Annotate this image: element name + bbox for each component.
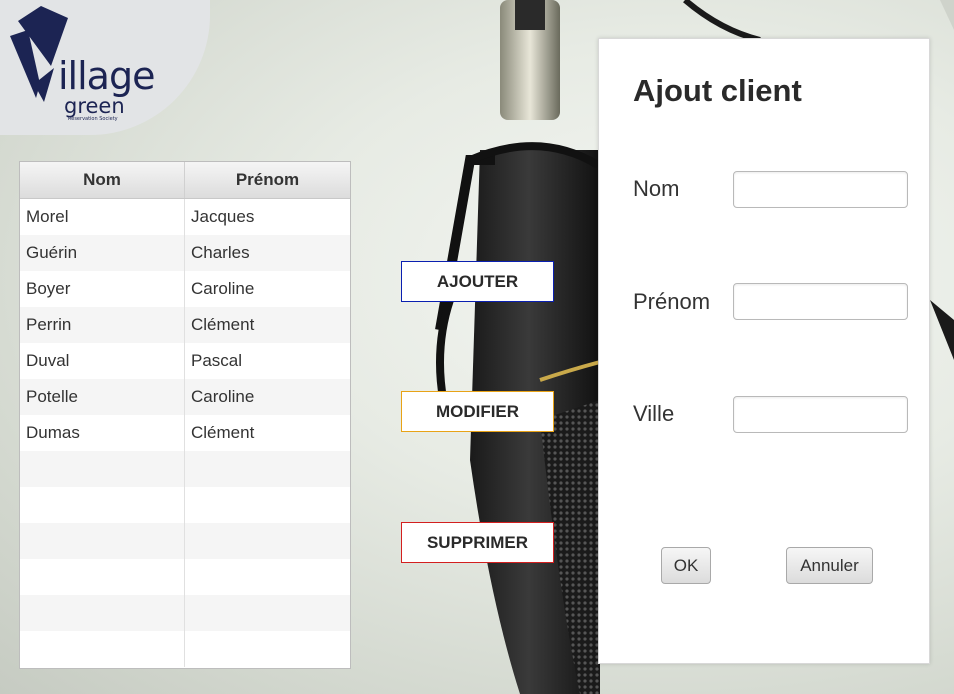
empty-cell [185, 487, 350, 523]
table-row[interactable]: Boyer Caroline [20, 271, 350, 307]
empty-cell [185, 595, 350, 631]
empty-table-row [20, 451, 350, 487]
table-body: Morel Jacques Guérin Charles Boyer Caroline Pe… [20, 199, 350, 667]
cell-prenom: Pascal [191, 351, 243, 370]
ok-button[interactable]: OK [661, 547, 711, 584]
empty-cell [20, 595, 185, 631]
empty-cell [20, 487, 185, 523]
cell-prenom: Caroline [191, 279, 255, 298]
client-table[interactable]: Nom Prénom Morel Jacques Guérin Charles Boye… [19, 161, 351, 669]
table-row[interactable]: Duval Pascal [20, 343, 350, 379]
prenom-input[interactable] [733, 283, 908, 320]
ville-input[interactable] [733, 396, 908, 433]
cancel-button[interactable]: Annuler [786, 547, 873, 584]
table-row[interactable]: Morel Jacques [20, 199, 350, 235]
cell-nom: Duval [20, 343, 185, 379]
cell-prenom: Clément [191, 315, 255, 334]
panel-title: Ajout client [633, 73, 802, 108]
prenom-label: Prénom [633, 289, 711, 314]
empty-cell [20, 631, 185, 667]
cell-nom: Potelle [20, 379, 185, 415]
add-button[interactable]: AJOUTER [401, 261, 554, 302]
cell-nom: Boyer [20, 271, 185, 307]
table-row[interactable]: Guérin Charles [20, 235, 350, 271]
cell-nom: Guérin [20, 235, 185, 271]
delete-button[interactable]: SUPPRIMER [401, 522, 554, 563]
cell-nom: Dumas [20, 415, 185, 451]
ville-label: Ville [633, 401, 675, 426]
empty-cell [20, 559, 185, 595]
village-green-logo: illage green Reservation Society [6, 6, 186, 122]
empty-cell [185, 559, 350, 595]
nom-input[interactable] [733, 171, 908, 208]
add-client-panel: Ajout client Nom Prénom Ville OK Annuler [598, 38, 930, 664]
logo-sub: green [64, 94, 125, 118]
column-header-nom[interactable]: Nom [20, 162, 185, 198]
logo-tagline: Reservation Society [68, 116, 118, 122]
empty-cell [20, 523, 185, 559]
cell-nom: Perrin [20, 307, 185, 343]
empty-table-row [20, 631, 350, 667]
column-header-prenom[interactable]: Prénom [185, 162, 350, 198]
empty-table-row [20, 523, 350, 559]
table-row[interactable]: Dumas Clément [20, 415, 350, 451]
logo-word: illage [58, 54, 155, 98]
empty-cell [185, 451, 350, 487]
nom-label: Nom [633, 176, 680, 201]
cell-prenom: Charles [191, 243, 250, 262]
empty-table-row [20, 595, 350, 631]
table-header: Nom Prénom [20, 162, 350, 199]
cell-prenom: Jacques [191, 207, 255, 226]
table-row[interactable]: Potelle Caroline [20, 379, 350, 415]
cell-nom: Morel [20, 199, 185, 235]
cell-prenom: Clément [191, 423, 255, 442]
table-row[interactable]: Perrin Clément [20, 307, 350, 343]
edit-button[interactable]: MODIFIER [401, 391, 554, 432]
empty-table-row [20, 487, 350, 523]
empty-cell [20, 451, 185, 487]
empty-cell [185, 523, 350, 559]
empty-table-row [20, 559, 350, 595]
empty-cell [185, 631, 350, 667]
cell-prenom: Caroline [191, 387, 255, 406]
